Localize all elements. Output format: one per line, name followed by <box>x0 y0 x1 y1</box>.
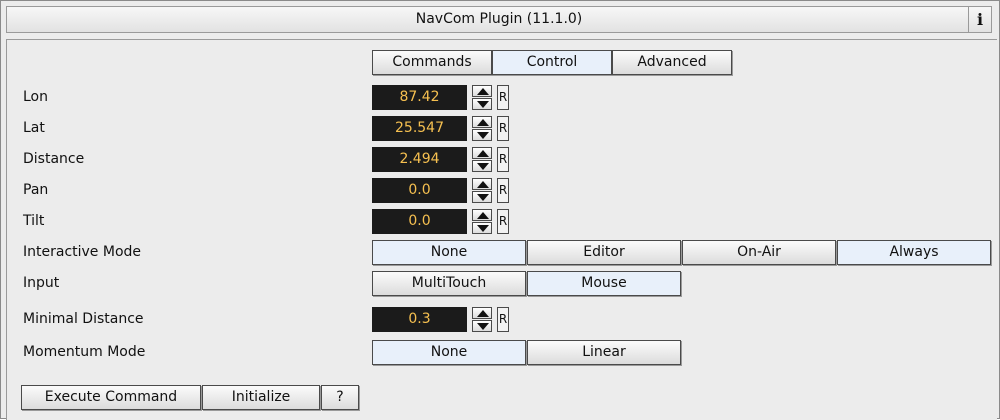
lon-stepper[interactable] <box>472 85 492 110</box>
lon-reset-button[interactable]: R <box>497 85 509 110</box>
pan-label: Pan <box>23 182 49 198</box>
decrement-icon[interactable] <box>472 98 492 110</box>
increment-icon[interactable] <box>472 307 492 319</box>
initialize-button[interactable]: Initialize <box>202 385 320 410</box>
minimal-distance-reset-button[interactable]: R <box>497 307 509 332</box>
interactive-mode-label: Interactive Mode <box>23 244 142 260</box>
execute-command-button[interactable]: Execute Command <box>21 385 201 410</box>
increment-icon[interactable] <box>472 147 492 159</box>
increment-icon[interactable] <box>472 178 492 190</box>
distance-stepper[interactable] <box>472 147 492 172</box>
distance-input[interactable]: 2.494 <box>372 147 467 172</box>
lat-reset-button[interactable]: R <box>497 116 509 141</box>
plugin-panel: NavCom Plugin (11.1.0) i Commands Contro… <box>0 0 1000 420</box>
momentum-mode-label: Momentum Mode <box>23 344 146 360</box>
tilt-label: Tilt <box>23 213 45 229</box>
lat-label: Lat <box>23 120 45 136</box>
interactive-mode-always[interactable]: Always <box>837 240 991 265</box>
lat-stepper[interactable] <box>472 116 492 141</box>
momentum-mode-none[interactable]: None <box>372 340 526 365</box>
lon-label: Lon <box>23 89 48 105</box>
tab-control[interactable]: Control <box>492 50 612 75</box>
minimal-distance-label: Minimal Distance <box>23 311 144 327</box>
decrement-icon[interactable] <box>472 320 492 332</box>
tab-advanced[interactable]: Advanced <box>612 50 732 75</box>
tab-commands[interactable]: Commands <box>372 50 492 75</box>
input-label: Input <box>23 275 60 291</box>
increment-icon[interactable] <box>472 85 492 97</box>
minimal-distance-stepper[interactable] <box>472 307 492 332</box>
plugin-body: Commands Control Advanced Lon 87.42 R La… <box>6 39 997 420</box>
distance-reset-button[interactable]: R <box>497 147 509 172</box>
momentum-mode-linear[interactable]: Linear <box>527 340 681 365</box>
help-button[interactable]: ? <box>321 385 359 410</box>
interactive-mode-none[interactable]: None <box>372 240 526 265</box>
lon-input[interactable]: 87.42 <box>372 85 467 110</box>
decrement-icon[interactable] <box>472 191 492 203</box>
decrement-icon[interactable] <box>472 129 492 141</box>
input-mouse[interactable]: Mouse <box>527 271 681 296</box>
info-icon[interactable]: i <box>968 7 991 32</box>
decrement-icon[interactable] <box>472 222 492 234</box>
window-title: NavCom Plugin (11.1.0) <box>415 11 583 27</box>
decrement-icon[interactable] <box>472 160 492 172</box>
interactive-mode-editor[interactable]: Editor <box>527 240 681 265</box>
pan-stepper[interactable] <box>472 178 492 203</box>
title-bar: NavCom Plugin (11.1.0) i <box>6 6 992 33</box>
increment-icon[interactable] <box>472 209 492 221</box>
input-multitouch[interactable]: MultiTouch <box>372 271 526 296</box>
tilt-stepper[interactable] <box>472 209 492 234</box>
distance-label: Distance <box>23 151 85 167</box>
interactive-mode-on-air[interactable]: On-Air <box>682 240 836 265</box>
tilt-input[interactable]: 0.0 <box>372 209 467 234</box>
lat-input[interactable]: 25.547 <box>372 116 467 141</box>
pan-input[interactable]: 0.0 <box>372 178 467 203</box>
tilt-reset-button[interactable]: R <box>497 209 509 234</box>
pan-reset-button[interactable]: R <box>497 178 509 203</box>
increment-icon[interactable] <box>472 116 492 128</box>
minimal-distance-input[interactable]: 0.3 <box>372 307 467 332</box>
